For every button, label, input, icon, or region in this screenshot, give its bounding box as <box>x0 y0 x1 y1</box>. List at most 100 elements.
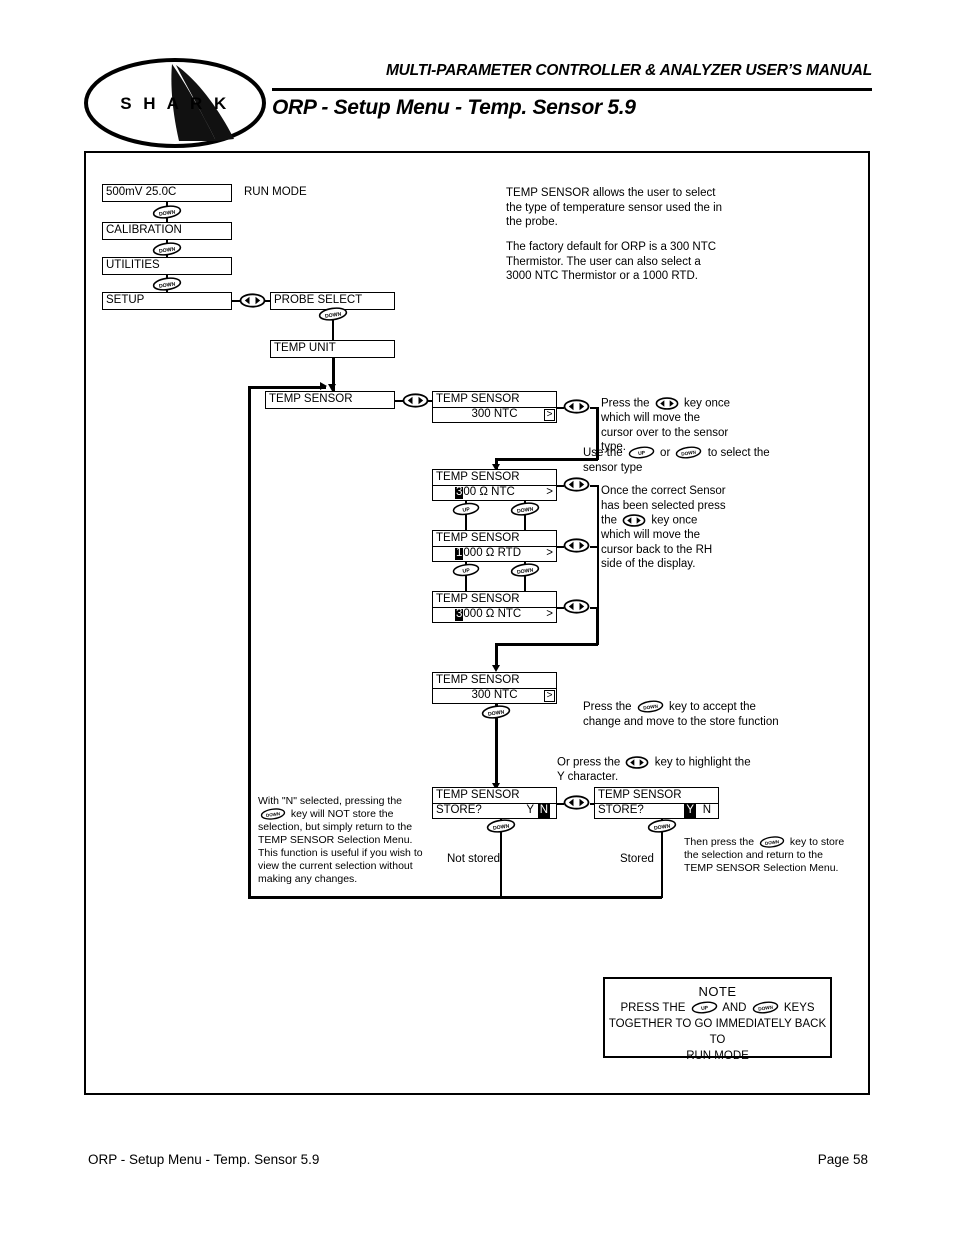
calibration-label: CALIBRATION <box>106 223 182 236</box>
note-line-2: TOGETHER TO GO IMMEDIATELY BACK TO <box>608 1018 827 1046</box>
run-mode-label: RUN MODE <box>244 186 307 198</box>
run-mode-value: 500mV 25.0C <box>106 185 177 198</box>
left-right-key-icon <box>563 476 590 493</box>
left-right-key-icon <box>239 292 266 309</box>
down-key-icon: DOWN <box>318 307 348 321</box>
instruction-text-after: key once which will move the cursor back… <box>601 514 713 571</box>
lcd-option-1000rtd: TEMP SENSOR 1 000 Ω RTD > <box>432 530 557 562</box>
instruction-text-before: Use the <box>583 447 623 459</box>
left-right-key-icon <box>655 396 679 411</box>
down-key-icon: DOWN <box>486 819 516 833</box>
manual-title: MULTI-PARAMETER CONTROLLER & ANALYZER US… <box>385 62 872 79</box>
page-title: ORP - Setup Menu - Temp. Sensor 5.9 <box>272 96 636 119</box>
down-key-icon: DOWN <box>752 1001 779 1014</box>
screen-title: TEMP SENSOR <box>436 592 520 605</box>
cursor-block: > <box>544 408 555 422</box>
lcd-temp-unit: TEMP UNIT <box>270 340 395 358</box>
store-no-option: N <box>702 804 711 817</box>
temp-sensor-label: TEMP SENSOR <box>269 392 353 405</box>
lcd-utilities: UTILITIES <box>102 257 232 275</box>
arrow-head <box>327 384 336 391</box>
instruction-use-up-down: Use the UP or DOWN to select the sensor … <box>583 446 773 475</box>
connector-line <box>495 643 498 667</box>
lcd-store-yes: TEMP SENSOR STORE? Y N <box>594 787 719 819</box>
store-yes-option-selected: Y <box>684 804 696 818</box>
instruction-then-press-down: Then press the DOWN key to store the sel… <box>684 836 854 875</box>
store-yes-option: Y <box>526 804 534 817</box>
down-key-icon: DOWN <box>481 705 511 719</box>
left-right-key-icon <box>563 794 590 811</box>
connector-line <box>495 643 598 646</box>
shark-logo: S H A R K <box>84 57 266 149</box>
svg-text:UP: UP <box>462 568 471 575</box>
lcd-temp-sensor-300ntc: TEMP SENSOR 300 NTC > <box>432 391 557 423</box>
note-text-after: KEYS <box>783 1002 815 1014</box>
screen-title: TEMP SENSOR <box>436 470 520 483</box>
lcd-calibration: CALIBRATION <box>102 222 232 240</box>
sensor-value: 300 NTC <box>471 689 518 702</box>
note-text-before: PRESS THE <box>620 1002 686 1014</box>
lcd-confirm-300ntc: TEMP SENSOR 300 NTC > <box>432 672 557 704</box>
up-key-icon: UP <box>452 563 480 577</box>
lcd-option-300ntc: TEMP SENSOR 3 00 Ω NTC > <box>432 469 557 501</box>
instruction-text-before: Or press the <box>557 756 621 769</box>
sensor-value: 300 NTC <box>471 408 518 421</box>
instruction-press-down-accept: Press the DOWN key to accept the change … <box>583 700 783 729</box>
arrow-head <box>320 381 327 390</box>
note-line-1: PRESS THE UP AND DOWN KEYS <box>605 1000 830 1016</box>
header-divider <box>272 88 872 91</box>
left-right-key-icon <box>563 598 590 615</box>
store-no-option-selected: N <box>537 804 550 818</box>
lcd-store-no: TEMP SENSOR STORE? Y N <box>432 787 557 819</box>
connector-line <box>597 485 599 608</box>
store-prompt: STORE? <box>598 804 644 817</box>
screen-title: TEMP SENSOR <box>436 392 520 405</box>
temp-unit-label: TEMP UNIT <box>274 341 336 354</box>
logo-wordmark: S H A R K <box>120 94 230 113</box>
instruction-with-n-selected: With "N" selected, pressing the DOWN key… <box>258 795 434 886</box>
up-key-icon: UP <box>628 446 655 459</box>
instruction-text-before: Then press the <box>684 836 755 848</box>
note-box: NOTE PRESS THE UP AND DOWN KEYS TOGETHER… <box>603 977 832 1062</box>
lcd-temp-sensor-root: TEMP SENSOR <box>265 391 395 409</box>
lcd-option-3000ntc: TEMP SENSOR 3 000 Ω NTC > <box>432 591 557 623</box>
instruction-text-before: Press the <box>601 397 650 410</box>
note-title: NOTE <box>698 984 737 999</box>
cursor-digit: 1 <box>455 547 464 560</box>
cursor-digit: 3 <box>455 486 464 499</box>
utilities-label: UTILITIES <box>106 258 160 271</box>
left-right-key-icon <box>622 513 646 528</box>
sensor-value: 000 Ω NTC <box>463 608 522 621</box>
cursor-digit: 3 <box>455 608 464 621</box>
right-arrow-glyph: > <box>546 608 553 621</box>
probe-select-label: PROBE SELECT <box>274 293 363 306</box>
stored-label: Stored <box>620 853 654 865</box>
left-right-key-icon <box>402 392 429 409</box>
instruction-text-middle: or <box>660 447 671 459</box>
down-key-icon: DOWN <box>637 700 664 713</box>
down-key-icon: DOWN <box>152 205 182 219</box>
connector-line <box>596 607 599 645</box>
down-key-icon: DOWN <box>510 502 540 516</box>
lcd-setup: SETUP <box>102 292 232 310</box>
footer-page-number: Page 58 <box>817 1152 868 1167</box>
svg-text:UP: UP <box>462 507 471 514</box>
down-key-icon: DOWN <box>152 277 182 291</box>
not-stored-label: Not stored <box>447 853 501 865</box>
right-arrow-glyph: > <box>546 547 553 560</box>
setup-label: SETUP <box>106 293 145 306</box>
connector-line <box>248 386 326 389</box>
note-line-3: RUN MODE <box>686 1050 749 1062</box>
instruction-text-before: Press the <box>583 701 632 713</box>
intro-paragraph-2: The factory default for ORP is a 300 NTC… <box>506 241 717 282</box>
connector-line <box>248 896 662 899</box>
instruction-text-before: With "N" selected, pressing the <box>258 795 403 807</box>
lcd-run-mode: 500mV 25.0C <box>102 184 232 202</box>
screen-title: TEMP SENSOR <box>436 673 520 686</box>
sensor-value: 00 Ω NTC <box>463 486 515 499</box>
up-key-icon: UP <box>452 502 480 516</box>
down-key-icon: DOWN <box>510 563 540 577</box>
right-arrow-glyph: > <box>546 486 553 499</box>
screen-title: TEMP SENSOR <box>436 788 520 801</box>
connector-line <box>248 386 251 898</box>
